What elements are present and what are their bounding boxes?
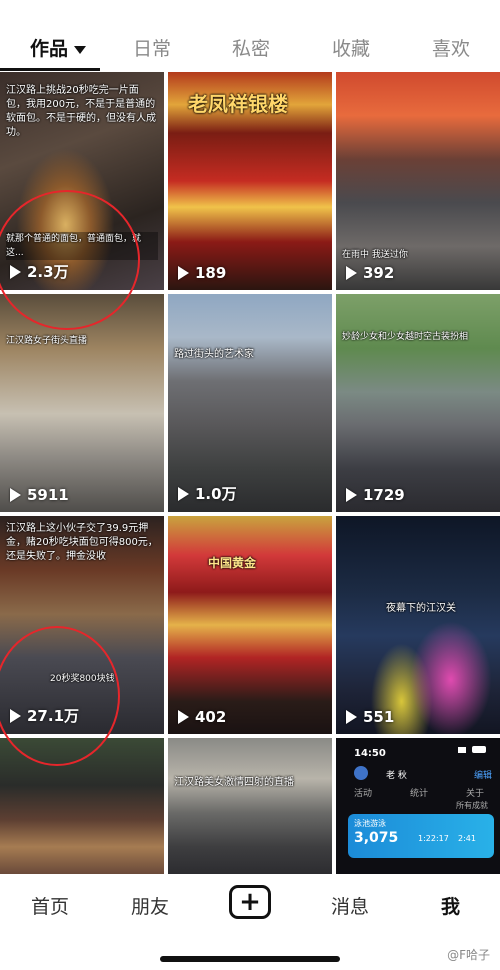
play-icon — [178, 486, 189, 501]
phone-screenshot: 14:50 老 秋 编辑 活动 统计 关于 所有成就 泳池游泳 3,075 1:… — [336, 738, 500, 874]
highlight-circle — [0, 190, 140, 330]
video-tile[interactable]: 14:50 老 秋 编辑 活动 统计 关于 所有成就 泳池游泳 3,075 1:… — [336, 738, 500, 874]
video-grid: 江汉路上挑战20秒吃完一片面包，我用200元，不是于是普通的软面包。不是于硬的，… — [0, 72, 500, 874]
play-icon — [178, 266, 189, 280]
tab-daily[interactable]: 日常 — [133, 34, 171, 61]
video-thumbnail — [168, 294, 332, 512]
video-tile[interactable]: 路过街头的艺术家 1.0万 — [168, 294, 332, 512]
status-icons — [458, 746, 494, 754]
view-count: 5911 — [10, 486, 69, 504]
watermark: @F哈子 — [447, 948, 490, 962]
tab-likes[interactable]: 喜欢 — [432, 34, 470, 61]
play-icon — [346, 488, 357, 502]
video-thumbnail — [168, 738, 332, 874]
video-tile[interactable]: 妙龄少女和少女越时空古装扮相 1729 — [336, 294, 500, 512]
nav-me[interactable]: 我 — [441, 892, 460, 919]
active-tab-indicator — [0, 68, 100, 71]
create-button[interactable]: + — [229, 885, 271, 919]
view-count: 392 — [346, 264, 394, 282]
tab-favorites[interactable]: 收藏 — [332, 34, 370, 61]
video-thumbnail — [336, 516, 500, 734]
nav-home[interactable]: 首页 — [31, 892, 69, 919]
play-icon — [178, 710, 189, 724]
video-tile[interactable]: 江汉路美女激情四射的直播 — [168, 738, 332, 874]
play-icon — [346, 710, 357, 724]
view-count: 189 — [178, 264, 226, 282]
view-count: 1729 — [346, 486, 405, 504]
video-tile[interactable]: 夜幕下的江汉关 551 — [336, 516, 500, 734]
nav-messages[interactable]: 消息 — [331, 892, 369, 919]
play-icon — [10, 488, 21, 502]
view-count: 1.0万 — [178, 483, 237, 504]
plus-icon: + — [239, 887, 261, 917]
video-thumbnail — [168, 516, 332, 734]
top-tab-bar: 作品 日常 私密 收藏 喜欢 — [0, 0, 500, 71]
bottom-nav: 首页 朋友 + 消息 我 @F哈子 — [0, 874, 500, 970]
video-thumbnail — [336, 294, 500, 512]
tab-private[interactable]: 私密 — [232, 34, 270, 61]
avatar — [354, 766, 368, 780]
activity-card: 泳池游泳 3,075 1:22:17 2:41 — [348, 814, 494, 858]
view-count: 402 — [178, 708, 226, 726]
home-indicator — [160, 956, 340, 962]
play-icon — [346, 266, 357, 280]
video-tile[interactable]: 老凤祥银楼 189 — [168, 72, 332, 290]
caret-down-icon — [74, 45, 87, 54]
video-tile[interactable]: 在雨中 我送过你 392 — [336, 72, 500, 290]
tab-works[interactable]: 作品 — [30, 34, 87, 61]
video-tile[interactable]: 中国黄金 402 — [168, 516, 332, 734]
view-count: 551 — [346, 708, 394, 726]
nav-friends[interactable]: 朋友 — [131, 892, 169, 919]
